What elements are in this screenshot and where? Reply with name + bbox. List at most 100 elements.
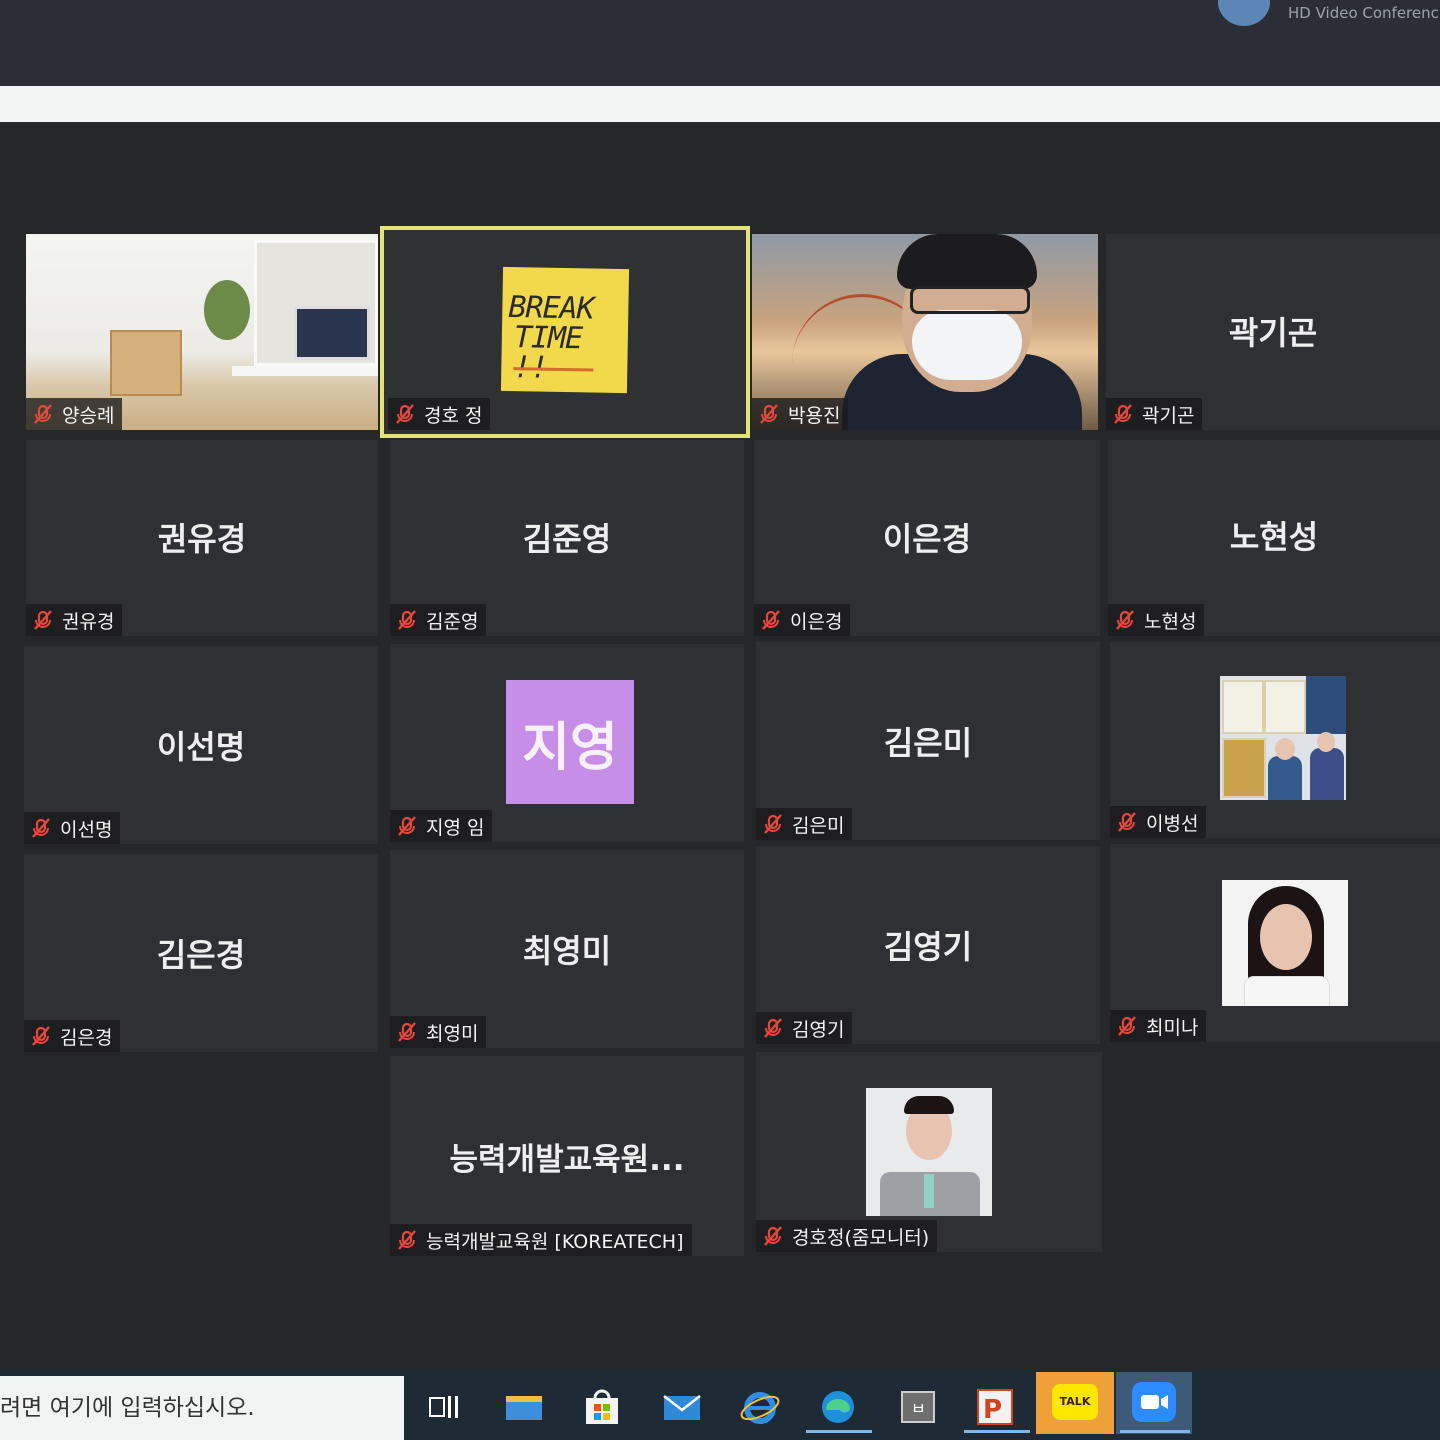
participant-tile-active-speaker[interactable]: BREAK TIME !! 경호 정 — [380, 226, 750, 438]
break-note-line: TIME !! — [513, 320, 583, 386]
participant-label: 김준영 — [390, 604, 487, 636]
participant-tile[interactable]: 이병선 — [1110, 642, 1440, 838]
participant-label: 경호정(줌모니터) — [756, 1220, 938, 1252]
muted-mic-icon — [398, 816, 416, 836]
muted-mic-icon — [1114, 404, 1132, 424]
zoom-taskbar-button[interactable] — [1116, 1372, 1192, 1434]
participant-tile[interactable]: 곽기곤 곽기곤 — [1106, 234, 1440, 430]
muted-mic-icon — [762, 610, 780, 630]
muted-mic-icon — [398, 610, 416, 630]
participant-label: 양승례 — [26, 398, 123, 430]
participant-name: 김준영 — [426, 610, 479, 633]
participant-label: 경호 정 — [388, 398, 491, 430]
participant-label: 최미나 — [1110, 1010, 1207, 1042]
participant-display-name: 김은미 — [883, 724, 973, 762]
participant-tile[interactable]: 경호정(줌모니터) — [756, 1052, 1102, 1252]
participant-name: 김은미 — [792, 814, 845, 837]
participant-label: 지영 임 — [390, 810, 493, 842]
participant-display-name: 김은경 — [156, 936, 246, 974]
participant-tile[interactable]: 김영기 김영기 — [756, 846, 1100, 1044]
participant-label: 이은경 — [754, 604, 851, 636]
participant-label: 김영기 — [756, 1012, 853, 1044]
muted-mic-icon — [396, 404, 414, 424]
app-icon[interactable]: ㅂ — [898, 1388, 938, 1426]
participant-display-name: 이선명 — [156, 728, 246, 766]
participant-name: 최미나 — [1146, 1016, 1199, 1039]
participant-name: 최영미 — [426, 1022, 479, 1045]
ie-icon[interactable] — [740, 1388, 780, 1426]
participant-name: 이은경 — [790, 610, 843, 633]
participant-label: 최영미 — [390, 1016, 487, 1048]
participant-tile[interactable]: 김준영 김준영 — [390, 440, 744, 636]
participant-tile[interactable]: 지영 지영 임 — [390, 644, 744, 842]
muted-mic-icon — [398, 1022, 416, 1042]
participant-name: 이선명 — [60, 818, 113, 841]
break-time-note-image: BREAK TIME !! — [500, 266, 630, 394]
store-icon[interactable] — [582, 1388, 622, 1426]
muted-mic-icon — [764, 814, 782, 834]
participant-name: 경호정(줌모니터) — [792, 1226, 930, 1249]
participant-display-name: 능력개발교육원... — [449, 1142, 685, 1178]
kakaotalk-icon: TALK — [1052, 1384, 1098, 1420]
participant-name: 김영기 — [792, 1018, 845, 1041]
participant-label: 이선명 — [24, 812, 121, 844]
participant-tile[interactable]: 이선명 이선명 — [24, 646, 378, 844]
meeting-header-bar — [0, 86, 1440, 122]
video-conference-logo-icon — [1218, 0, 1270, 26]
zoom-icon — [1132, 1382, 1176, 1422]
participant-name: 지영 임 — [426, 816, 485, 839]
powerpoint-icon[interactable]: P — [976, 1388, 1016, 1426]
participant-name: 양승례 — [62, 404, 115, 427]
participant-label: 곽기곤 — [1106, 398, 1203, 430]
muted-mic-icon — [1118, 812, 1136, 832]
participant-display-name: 김준영 — [522, 520, 612, 558]
mail-icon[interactable] — [662, 1388, 702, 1426]
file-explorer-icon[interactable] — [504, 1388, 544, 1426]
participant-name: 능력개발교육원 [KOREATECH] — [426, 1230, 684, 1253]
kakaotalk-taskbar-button[interactable]: TALK — [1036, 1372, 1114, 1434]
app-badge: ㅂ — [911, 1399, 926, 1418]
participant-label: 김은미 — [756, 808, 853, 840]
muted-mic-icon — [34, 610, 52, 630]
participant-display-name: 곽기곤 — [1228, 314, 1318, 352]
edge-active-indicator — [806, 1430, 872, 1433]
participant-name: 곽기곤 — [1142, 404, 1195, 427]
powerpoint-active-indicator — [964, 1430, 1030, 1433]
zoom-active-indicator — [1120, 1430, 1190, 1433]
participant-profile-photo — [866, 1088, 992, 1216]
gallery-view: 양승례 BREAK TIME !! 경호 정 박용진 곽기곤 곽기곤 권유경 권… — [0, 122, 1440, 1370]
participant-tile[interactable]: 권유경 권유경 — [26, 440, 378, 636]
task-view-icon[interactable] — [424, 1388, 464, 1426]
participant-profile-photo — [1222, 880, 1348, 1006]
participant-label: 김은경 — [24, 1020, 121, 1052]
participant-tile[interactable]: 양승례 — [26, 234, 378, 430]
muted-mic-icon — [764, 1226, 782, 1246]
participant-label: 권유경 — [26, 604, 123, 636]
participant-tile[interactable]: 김은경 김은경 — [24, 854, 378, 1052]
participant-tile[interactable]: 이은경 이은경 — [754, 440, 1100, 636]
participant-tile[interactable]: 노현성 노현성 — [1108, 440, 1440, 636]
participant-display-name: 김영기 — [883, 928, 973, 966]
participant-tile[interactable]: 능력개발교육원... 능력개발교육원 [KOREATECH] — [390, 1056, 744, 1256]
taskbar-search-input[interactable]: 려면 여기에 입력하십시오. — [0, 1376, 404, 1440]
participant-label: 능력개발교육원 [KOREATECH] — [390, 1224, 692, 1256]
participant-name: 이병선 — [1146, 812, 1199, 835]
muted-mic-icon — [32, 818, 50, 838]
muted-mic-icon — [32, 1026, 50, 1046]
participant-label: 노현성 — [1108, 604, 1205, 636]
app-title: HD Video Conferencing — [1288, 4, 1440, 22]
muted-mic-icon — [398, 1230, 416, 1250]
participant-tile[interactable]: 박용진 — [752, 234, 1098, 430]
participant-name: 노현성 — [1144, 610, 1197, 633]
participant-tile[interactable]: 김은미 김은미 — [756, 642, 1100, 840]
participant-tile[interactable]: 최영미 최영미 — [390, 850, 744, 1048]
participant-name: 권유경 — [62, 610, 115, 633]
participant-display-name: 노현성 — [1229, 518, 1319, 556]
edge-icon[interactable] — [818, 1388, 858, 1426]
participant-tile[interactable]: 최미나 — [1110, 844, 1440, 1042]
muted-mic-icon — [1118, 1016, 1136, 1036]
window-titlebar: HD Video Conferencing — [0, 0, 1440, 86]
muted-mic-icon — [34, 404, 52, 424]
participant-label: 이병선 — [1110, 806, 1207, 838]
muted-mic-icon — [764, 1018, 782, 1038]
